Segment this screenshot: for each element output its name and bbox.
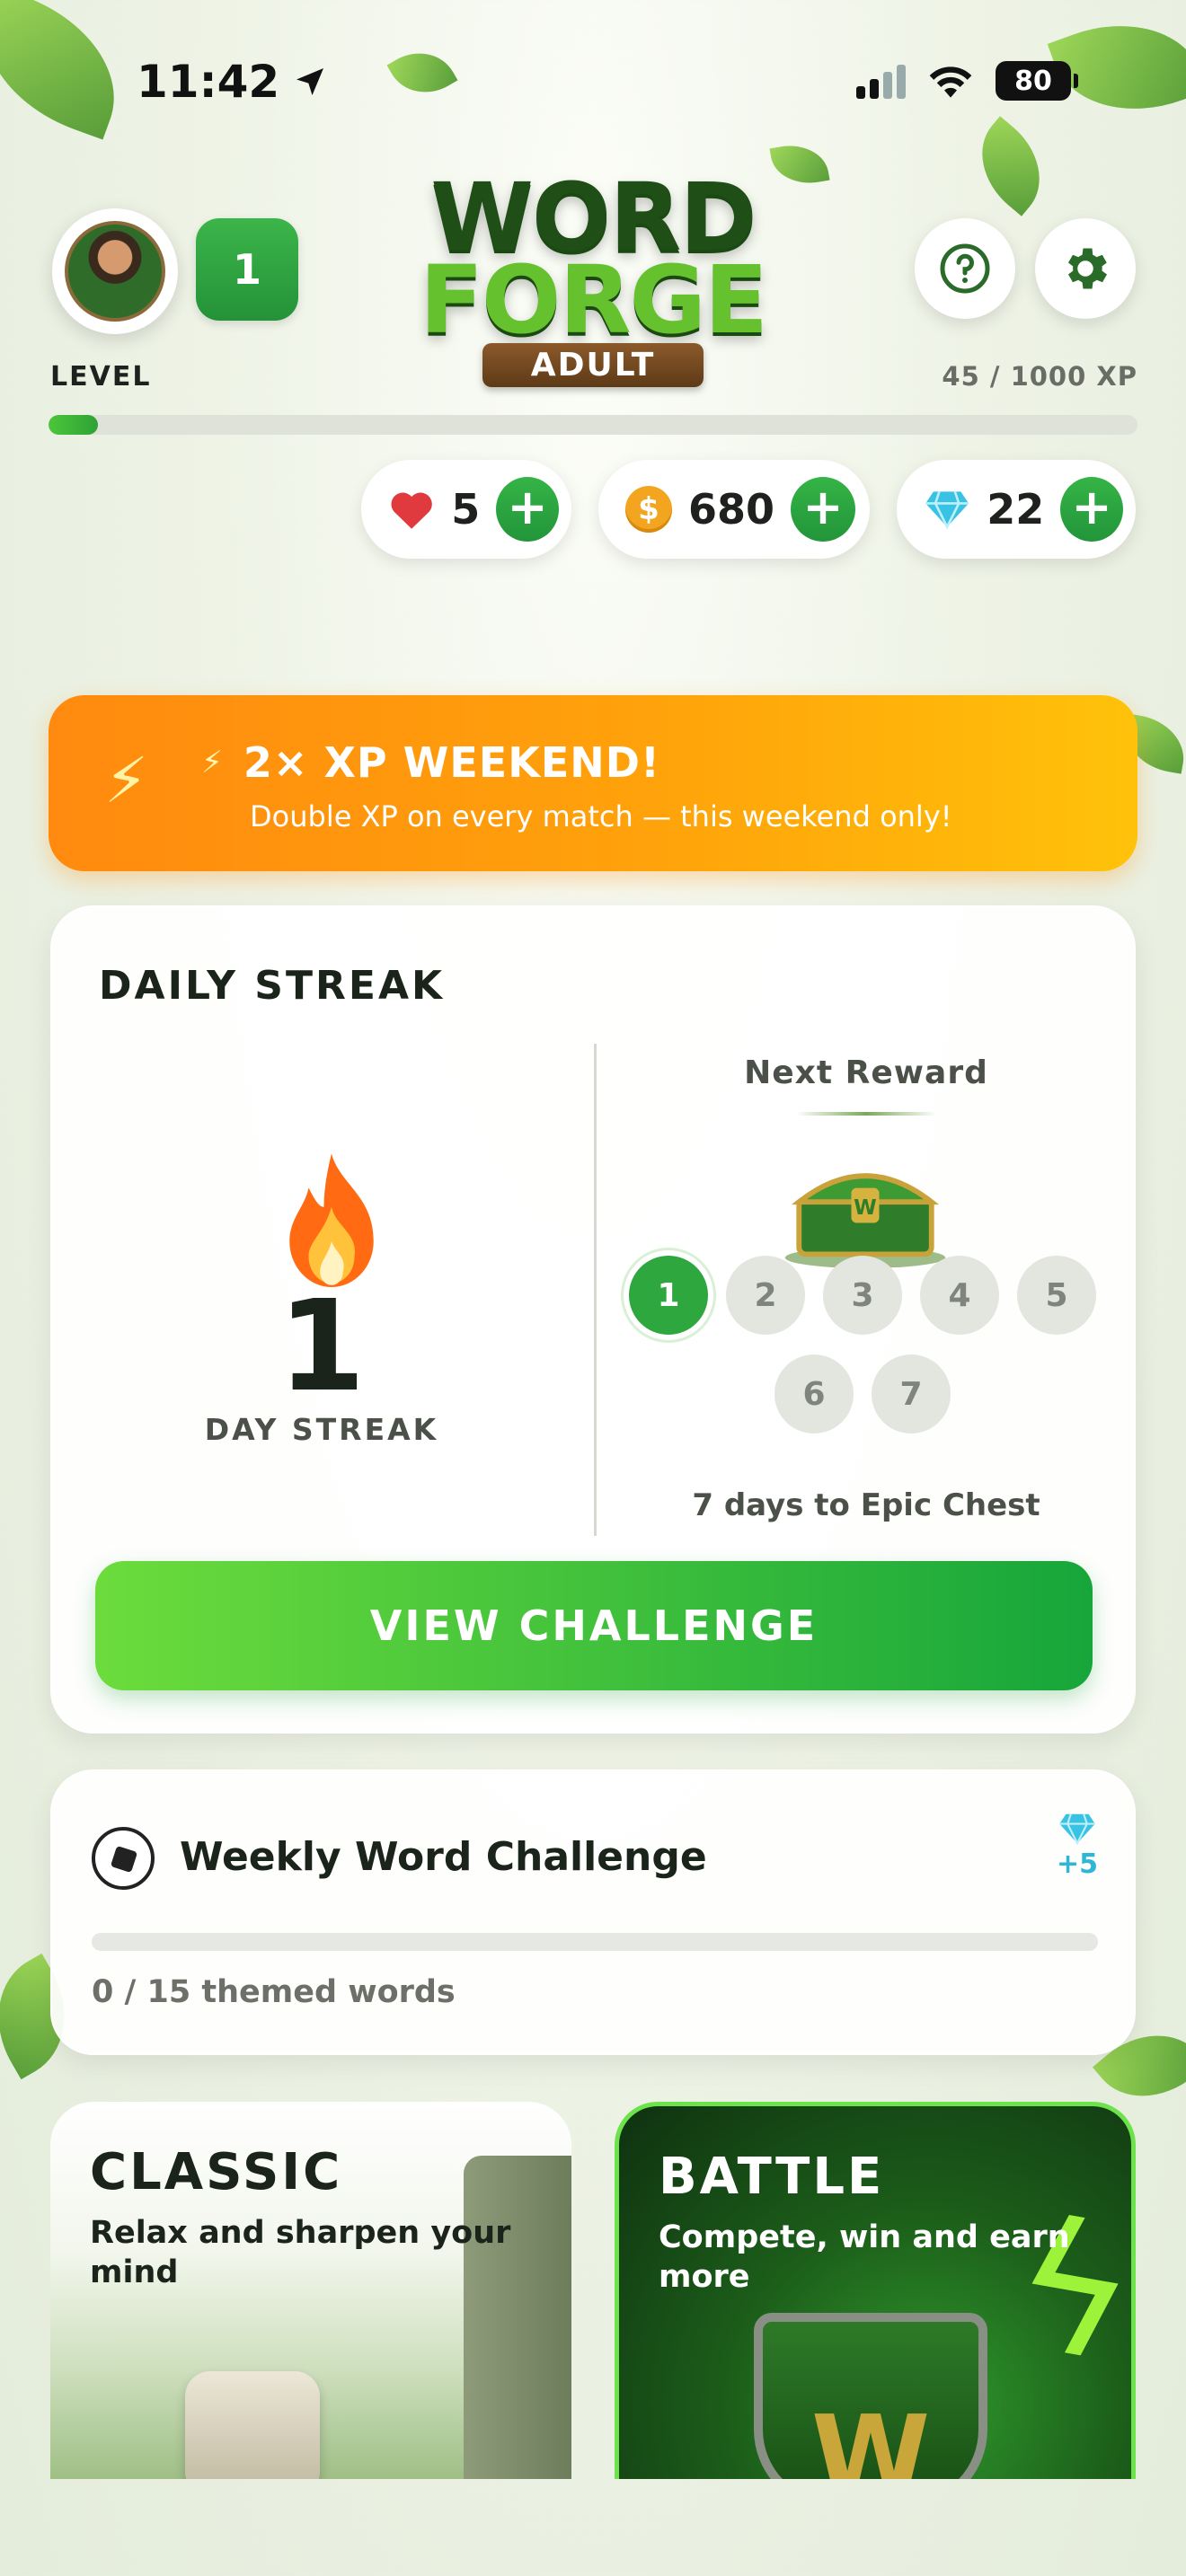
status-icons: 80: [856, 61, 1078, 101]
add-coins-button[interactable]: +: [791, 477, 856, 542]
battle-mode-card[interactable]: W ϟ BATTLE Compete, win and earn more: [615, 2102, 1136, 2479]
xp-progress-bar: [49, 415, 1137, 435]
weekly-progress-bar: [92, 1933, 1098, 1951]
weekly-reward-value: +5: [1056, 1848, 1098, 1880]
svg-text:W: W: [854, 1195, 877, 1220]
classic-title: CLASSIC: [90, 2143, 343, 2201]
logo-tag: ADULT: [482, 343, 704, 387]
gems-value: 22: [987, 485, 1045, 534]
banner-title: ⚡ 2× XP WEEKEND!: [201, 738, 660, 787]
streak-day-2: 2: [726, 1256, 805, 1335]
status-time-text: 11:42: [137, 56, 280, 108]
gems-pill[interactable]: 22 +: [897, 460, 1136, 559]
xp-weekend-banner[interactable]: ⚡ ⚡ 2× XP WEEKEND! Double XP on every ma…: [49, 695, 1137, 871]
daily-streak-card: DAILY STREAK 1 DAY STREAK Next Reward W …: [50, 905, 1136, 1734]
streak-day-5: 5: [1017, 1256, 1096, 1335]
hearts-value: 5: [451, 485, 481, 534]
avatar-image: [65, 221, 165, 322]
shield-letter: W: [810, 2394, 931, 2479]
divider: [594, 1044, 597, 1536]
level-label: LEVEL: [50, 361, 152, 393]
streak-day-6: 6: [774, 1354, 854, 1434]
view-challenge-button[interactable]: VIEW CHALLENGE: [95, 1561, 1093, 1690]
leaf-decoration: [960, 116, 1062, 216]
weekly-title: Weekly Word Challenge: [180, 1834, 707, 1880]
next-reward-underline: [796, 1112, 936, 1116]
gear-icon: [1068, 248, 1107, 289]
heart-icon: [391, 492, 432, 529]
next-reward-label: Next Reward: [744, 1054, 988, 1091]
streak-day-7: 7: [872, 1354, 951, 1434]
shield-icon: W: [754, 2313, 987, 2479]
location-arrow-icon: [296, 68, 324, 95]
streak-day-1: 1: [629, 1256, 708, 1335]
banner-subtitle: Double XP on every match — this weekend …: [250, 799, 952, 834]
coins-pill[interactable]: $ 680 +: [598, 460, 870, 559]
streak-label: DAY STREAK: [204, 1412, 439, 1447]
chest-caption: 7 days to Epic Chest: [692, 1487, 1040, 1523]
status-time: 11:42: [137, 56, 328, 108]
banner-title-text: 2× XP WEEKEND!: [243, 738, 660, 787]
logo-word-2: FORGE: [420, 245, 768, 355]
battery-level: 80: [1014, 65, 1052, 97]
soccer-ball-icon: [92, 1827, 155, 1890]
avatar[interactable]: [52, 208, 178, 334]
leaf-decoration: [0, 0, 140, 140]
hearts-pill[interactable]: 5 +: [361, 460, 571, 559]
level-badge: 1: [196, 218, 298, 321]
add-hearts-button[interactable]: +: [496, 477, 559, 542]
leaf-decoration: [386, 38, 458, 108]
streak-day-3: 3: [823, 1256, 902, 1335]
settings-button[interactable]: [1035, 218, 1136, 319]
wifi-icon: [929, 66, 972, 98]
battle-subtitle: Compete, win and earn more: [659, 2219, 1070, 2295]
classic-subtitle: Relax and sharpen your mind: [90, 2215, 511, 2290]
add-gems-button[interactable]: +: [1060, 477, 1123, 542]
weekly-progress-text: 0 / 15 themed words: [92, 1974, 456, 2010]
classic-mode-card[interactable]: CLASSIC Relax and sharpen your mind: [50, 2102, 571, 2479]
streak-count: 1: [278, 1274, 366, 1420]
weekly-challenge-card[interactable]: Weekly Word Challenge +5 0 / 15 themed w…: [50, 1769, 1136, 2055]
coin-icon: $: [625, 486, 672, 533]
question-icon: [940, 243, 990, 294]
treasure-chest-icon: W: [784, 1173, 946, 1268]
game-logo: WORD FORGE ADULT: [377, 171, 809, 401]
streak-title: DAILY STREAK: [99, 963, 446, 1009]
xp-text: 45 / 1000 XP: [942, 361, 1137, 392]
battery-icon: 80: [996, 61, 1078, 101]
help-button[interactable]: [915, 218, 1015, 319]
small-lightning-icon: ⚡: [201, 745, 224, 781]
gem-icon: [1059, 1813, 1095, 1846]
lightning-icon: ⚡: [104, 744, 149, 817]
gem-icon: [925, 490, 969, 530]
battle-title: BATTLE: [659, 2148, 885, 2206]
weekly-reward: +5: [1057, 1813, 1098, 1880]
cliff-decoration: [464, 2156, 571, 2479]
signal-icon: [856, 63, 906, 99]
xp-progress-fill: [49, 415, 98, 435]
letter-tile-decoration: [185, 2371, 320, 2479]
streak-day-4: 4: [920, 1256, 999, 1335]
coins-value: 680: [688, 485, 775, 534]
